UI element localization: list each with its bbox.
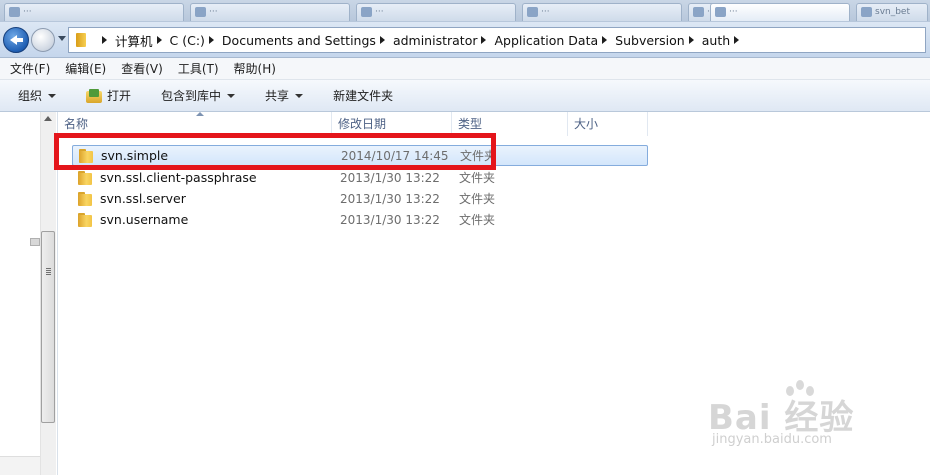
- file-type: 文件夹: [459, 171, 496, 185]
- folder-icon: [78, 191, 94, 206]
- chevron-right-icon[interactable]: [734, 36, 740, 44]
- app-icon: [9, 7, 20, 17]
- chevron-right-icon[interactable]: [379, 36, 385, 44]
- window-tab-6[interactable]: ···: [710, 3, 850, 21]
- chevron-right-icon[interactable]: [602, 36, 608, 44]
- breadcrumb-documents-and-settings[interactable]: Documents and Settings: [222, 33, 376, 48]
- file-date: 2013/1/30 13:22: [340, 212, 440, 227]
- app-icon: [861, 7, 872, 17]
- window-tab-2[interactable]: ···: [190, 3, 350, 21]
- organize-label: 组织: [18, 89, 43, 103]
- chevron-down-icon: [48, 93, 57, 98]
- file-type: 文件夹: [459, 192, 496, 206]
- breadcrumb-drive[interactable]: C (C:): [170, 33, 205, 48]
- new-folder-button[interactable]: 新建文件夹: [333, 87, 393, 104]
- chevron-right-icon[interactable]: [156, 36, 162, 44]
- window-tab-3[interactable]: ···: [356, 3, 516, 21]
- chevron-right-icon[interactable]: [481, 36, 487, 44]
- app-icon: [693, 7, 704, 17]
- new-folder-label: 新建文件夹: [333, 89, 394, 103]
- file-name: svn.ssl.client-passphrase: [100, 170, 257, 185]
- forward-arrow-icon[interactable]: [31, 28, 55, 52]
- organize-button[interactable]: 组织: [18, 87, 57, 104]
- recent-pages-dropdown-icon[interactable]: [58, 36, 66, 41]
- menu-file[interactable]: 文件(F): [10, 60, 50, 77]
- breadcrumb-subversion[interactable]: Subversion: [615, 33, 685, 48]
- file-name: svn.username: [100, 212, 189, 227]
- app-icon: [361, 7, 372, 17]
- window-tab-4[interactable]: ···: [522, 3, 682, 21]
- menu-tools[interactable]: 工具(T): [178, 60, 219, 77]
- share-button[interactable]: 共享: [265, 87, 304, 104]
- file-row[interactable]: svn.username 2013/1/30 13:22 文件夹: [72, 209, 648, 230]
- chevron-right-icon[interactable]: [102, 36, 107, 44]
- include-library-label: 包含到库中: [161, 89, 222, 103]
- scroll-up-arrow-icon[interactable]: [44, 116, 52, 121]
- file-name: svn.ssl.server: [100, 191, 186, 206]
- include-in-library-button[interactable]: 包含到库中: [161, 87, 236, 104]
- window-tab-1[interactable]: ···: [4, 3, 184, 21]
- address-row: 计算机 C (C:) Documents and Settings admini…: [0, 22, 930, 58]
- folder-icon: [78, 170, 94, 185]
- breadcrumb-auth[interactable]: auth: [702, 33, 730, 48]
- column-header-size[interactable]: 大小: [568, 112, 648, 136]
- back-arrow-icon[interactable]: [3, 27, 29, 53]
- app-icon: [195, 7, 206, 17]
- folder-icon: [78, 212, 94, 227]
- breadcrumb-application-data[interactable]: Application Data: [494, 33, 598, 48]
- menu-bar: 文件(F) 编辑(E) 查看(V) 工具(T) 帮助(H): [0, 58, 930, 80]
- folder-icon: [75, 32, 88, 48]
- details-pane-stub: [0, 456, 40, 475]
- app-icon: [715, 7, 726, 17]
- grip-icon: [46, 268, 51, 269]
- navigation-pane: [0, 112, 58, 475]
- address-bar[interactable]: 计算机 C (C:) Documents and Settings admini…: [68, 27, 926, 53]
- open-button[interactable]: 打开: [86, 87, 131, 104]
- command-bar: 组织 打开 包含到库中 共享 新建文件夹: [0, 80, 930, 112]
- tree-expander[interactable]: [30, 238, 40, 246]
- window-tab-strip: ··· ··· ··· ··· ··· ··· svn_bet: [0, 0, 930, 22]
- breadcrumb-computer[interactable]: 计算机: [115, 31, 153, 50]
- open-folder-icon: [86, 88, 103, 103]
- app-icon: [527, 7, 538, 17]
- file-row[interactable]: svn.ssl.client-passphrase 2013/1/30 13:2…: [72, 167, 648, 188]
- open-label: 打开: [107, 89, 132, 103]
- file-date: 2013/1/30 13:22: [340, 191, 440, 206]
- sort-ascending-icon: [196, 112, 204, 116]
- scrollbar-thumb[interactable]: [41, 231, 55, 423]
- breadcrumb-administrator[interactable]: administrator: [393, 33, 478, 48]
- window-tab-7[interactable]: svn_bet: [856, 3, 928, 21]
- file-type: 文件夹: [459, 213, 496, 227]
- chevron-down-icon: [227, 93, 236, 98]
- chevron-right-icon[interactable]: [208, 36, 214, 44]
- menu-view[interactable]: 查看(V): [121, 60, 163, 77]
- file-row[interactable]: svn.ssl.server 2013/1/30 13:22 文件夹: [72, 188, 648, 209]
- menu-help[interactable]: 帮助(H): [234, 60, 276, 77]
- file-date: 2013/1/30 13:22: [340, 170, 440, 185]
- watermark-url: jingyan.baidu.com: [712, 432, 832, 447]
- baidu-jingyan-watermark: Bai 经验 jingyan.baidu.com: [708, 380, 918, 456]
- menu-edit[interactable]: 编辑(E): [65, 60, 106, 77]
- share-label: 共享: [265, 89, 290, 103]
- chevron-down-icon: [295, 93, 304, 98]
- annotation-highlight-box: [54, 133, 496, 170]
- chevron-right-icon[interactable]: [688, 36, 694, 44]
